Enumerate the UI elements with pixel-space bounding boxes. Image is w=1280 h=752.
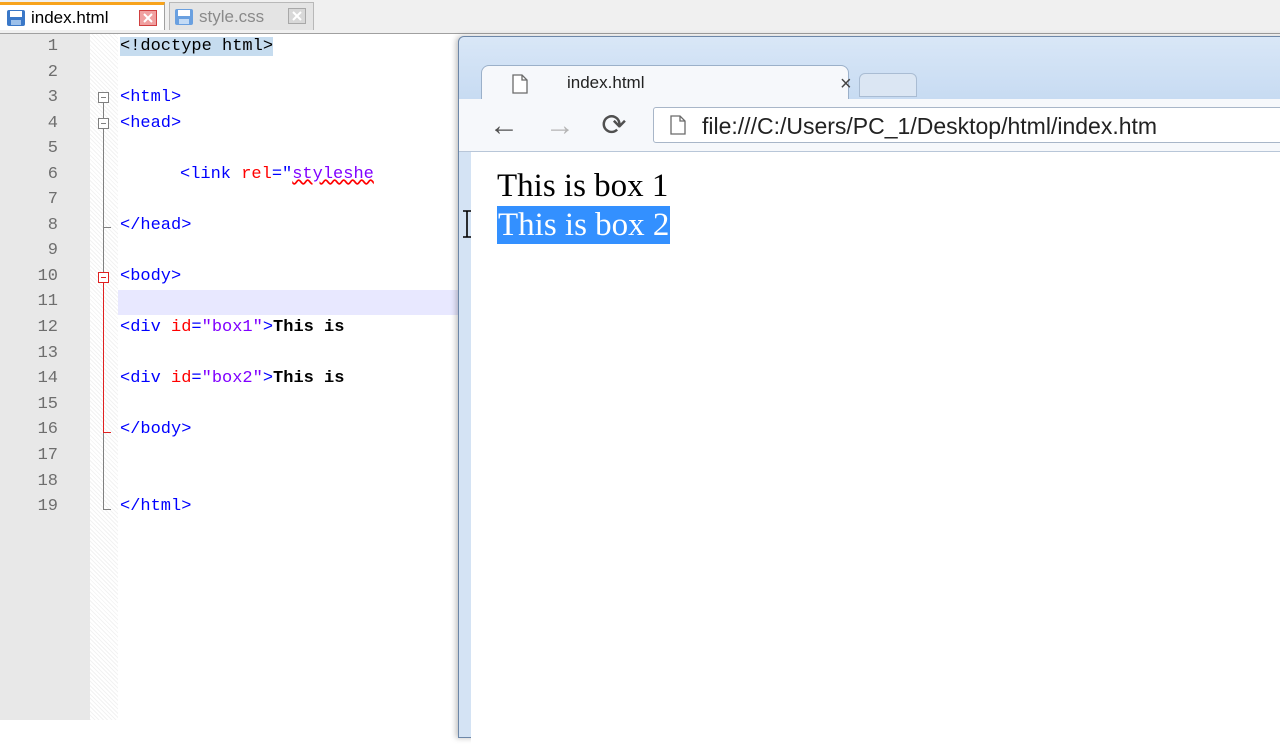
close-tab-icon[interactable]	[288, 8, 306, 24]
browser-window: index.html × ← → ⟳ file:///C:/Users/PC_1…	[458, 36, 1280, 752]
attr-token: id	[171, 318, 192, 337]
close-tab-icon[interactable]: ×	[840, 73, 852, 96]
line-number: 1	[47, 37, 58, 56]
line-number: 12	[37, 318, 58, 337]
line-number: 5	[47, 139, 58, 158]
line-number: 2	[47, 63, 58, 82]
line-number: 18	[37, 472, 58, 491]
code-line[interactable]: <div id="box1">This is	[120, 318, 344, 338]
browser-toolbar: ← → ⟳ file:///C:/Users/PC_1/Desktop/html…	[459, 99, 1280, 152]
page-icon	[670, 115, 686, 135]
line-number: 17	[37, 446, 58, 465]
fold-toggle-icon[interactable]	[98, 118, 109, 129]
page-viewport[interactable]: This is box 1 This is box 2	[471, 152, 1280, 752]
equals-token: =	[191, 318, 202, 337]
browser-tab-title: index.html	[567, 73, 645, 92]
code-line[interactable]: <html>	[120, 88, 181, 108]
line-number: 16	[37, 420, 58, 439]
save-disk-icon	[174, 8, 194, 26]
tag-token: <div	[120, 369, 172, 388]
value-token: "box2"	[201, 369, 263, 388]
tag-token: <link	[180, 165, 242, 184]
line-number: 9	[47, 241, 58, 260]
tab-label: style.css	[199, 6, 265, 26]
new-tab-button[interactable]	[859, 73, 917, 97]
attr-token: id	[171, 369, 192, 388]
code-line[interactable]: <body>	[120, 267, 181, 287]
tab-label: index.html	[31, 7, 109, 27]
back-arrow-icon[interactable]: ←	[487, 109, 521, 143]
fold-end	[103, 509, 111, 510]
value-token: styleshe	[292, 165, 374, 184]
line-number: 14	[37, 369, 58, 388]
fold-end	[103, 432, 111, 433]
code-line[interactable]: </head>	[120, 216, 191, 236]
url-text: file:///C:/Users/PC_1/Desktop/html/index…	[702, 113, 1158, 139]
code-line[interactable]: <link rel="styleshe	[180, 165, 374, 185]
attr-token: rel	[241, 165, 272, 184]
line-number: 13	[37, 344, 58, 363]
save-disk-icon	[6, 9, 26, 27]
tag-token: <div	[120, 318, 172, 337]
fold-end	[103, 227, 111, 228]
line-number: 6	[47, 165, 58, 184]
fold-margin	[90, 34, 118, 720]
line-number: 10	[37, 267, 58, 286]
line-number: 11	[37, 292, 58, 311]
code-line[interactable]: <head>	[120, 114, 181, 134]
page-icon	[512, 74, 528, 94]
reload-icon[interactable]: ⟳	[597, 109, 631, 143]
forward-arrow-icon[interactable]: →	[543, 109, 577, 143]
line-number: 3	[47, 88, 58, 107]
line-number: 15	[37, 395, 58, 414]
browser-title-bar: index.html ×	[459, 37, 1280, 101]
text-token: This is	[273, 318, 345, 337]
fold-toggle-icon[interactable]	[98, 272, 109, 283]
doctype-token: <!doctype html>	[120, 37, 274, 56]
browser-tab[interactable]: index.html ×	[481, 65, 852, 101]
tag-close-token: >	[262, 369, 274, 388]
address-bar[interactable]: file:///C:/Users/PC_1/Desktop/html/index…	[653, 107, 1280, 143]
box2-text-selected: This is box 2	[497, 206, 671, 244]
line-number: 4	[47, 114, 58, 133]
code-line[interactable]: </body>	[120, 420, 191, 440]
tag-close-token: >	[262, 318, 274, 337]
editor-tab-bar: index.html style.css	[0, 0, 1280, 34]
line-number: 8	[47, 216, 58, 235]
line-number: 19	[37, 497, 58, 516]
code-line[interactable]: </html>	[120, 497, 191, 517]
equals-token: =	[191, 369, 202, 388]
tab-style-css[interactable]: style.css	[169, 2, 314, 30]
box1-text: This is box 1	[497, 168, 669, 204]
fold-toggle-icon[interactable]	[98, 92, 109, 103]
current-line-highlight	[118, 290, 460, 315]
line-number: 7	[47, 190, 58, 209]
tab-index-html[interactable]: index.html	[0, 2, 165, 30]
ibeam-cursor-icon	[462, 210, 472, 238]
code-line[interactable]: <!doctype html>	[120, 37, 274, 57]
close-tab-icon[interactable]	[139, 10, 157, 26]
value-token: "box1"	[201, 318, 263, 337]
fold-guide	[103, 283, 104, 433]
text-token: This is	[273, 369, 345, 388]
code-line[interactable]: <div id="box2">This is	[120, 369, 344, 389]
equals-token: ="	[271, 165, 293, 184]
